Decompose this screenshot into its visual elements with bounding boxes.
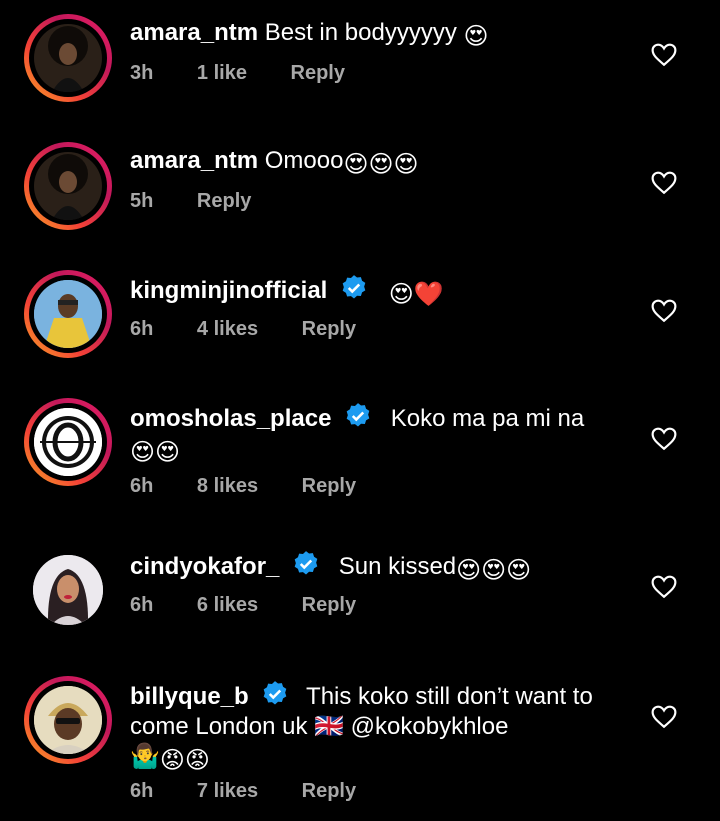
emoji: 😍: [463, 23, 489, 50]
like-count[interactable]: 8 likes: [197, 475, 258, 497]
username[interactable]: billyque_b: [130, 683, 249, 710]
comment-time: 6h: [130, 594, 154, 616]
heart-icon[interactable]: [651, 171, 677, 195]
avatar[interactable]: [24, 546, 112, 634]
username[interactable]: kingminjinofficial: [130, 277, 327, 304]
heart-icon[interactable]: [651, 705, 677, 729]
like-count[interactable]: 7 likes: [197, 780, 258, 802]
comment-time: 6h: [130, 318, 154, 340]
heart-icon[interactable]: [651, 299, 677, 323]
comment-time: 6h: [130, 780, 154, 802]
verified-badge-icon: [264, 681, 287, 705]
emoji: 😍❤️: [388, 281, 444, 308]
avatar[interactable]: [24, 398, 112, 486]
reply-button[interactable]: Reply: [197, 190, 251, 212]
avatar[interactable]: [24, 142, 112, 230]
comment-body: Koko ma pa mi na: [390, 405, 585, 432]
heart-icon[interactable]: [651, 427, 677, 451]
comment-body: Sun kissed: [338, 553, 457, 580]
comment-body-extra: 🤷‍♂️: [130, 743, 160, 770]
comment-body: Best in bodyyyyyy: [264, 19, 457, 46]
username[interactable]: amara_ntm: [130, 19, 258, 46]
like-count[interactable]: 4 likes: [197, 318, 258, 340]
emoji: 😍😍😍: [343, 151, 419, 178]
heart-icon[interactable]: [651, 575, 677, 599]
username[interactable]: cindyokafor_: [130, 553, 279, 580]
like-count[interactable]: 6 likes: [197, 594, 258, 616]
heart-icon[interactable]: [651, 43, 677, 67]
comment-time: 3h: [130, 62, 154, 84]
comment-time: 6h: [130, 475, 154, 497]
like-count[interactable]: 1 like: [197, 62, 247, 84]
username[interactable]: amara_ntm: [130, 147, 258, 174]
username[interactable]: omosholas_place: [130, 405, 331, 432]
emoji: 😍😍😍: [456, 557, 532, 584]
avatar[interactable]: [24, 14, 112, 102]
verified-badge-icon: [342, 275, 366, 299]
reply-button[interactable]: Reply: [302, 780, 356, 802]
avatar[interactable]: [24, 676, 112, 764]
comment-text: amara_ntm Best in bodyyyyyy 😍: [130, 18, 640, 52]
comment-time: 5h: [130, 190, 154, 212]
emoji: 😍😍: [130, 439, 181, 466]
reply-button[interactable]: Reply: [291, 62, 345, 84]
comment-body: Omooo: [264, 147, 344, 174]
verified-badge-icon: [294, 551, 318, 575]
reply-button[interactable]: Reply: [302, 475, 356, 497]
reply-button[interactable]: Reply: [302, 594, 356, 616]
avatar[interactable]: [24, 270, 112, 358]
verified-badge-icon: [346, 403, 370, 427]
reply-button[interactable]: Reply: [302, 318, 356, 340]
emoji: 😡😡: [159, 747, 210, 774]
